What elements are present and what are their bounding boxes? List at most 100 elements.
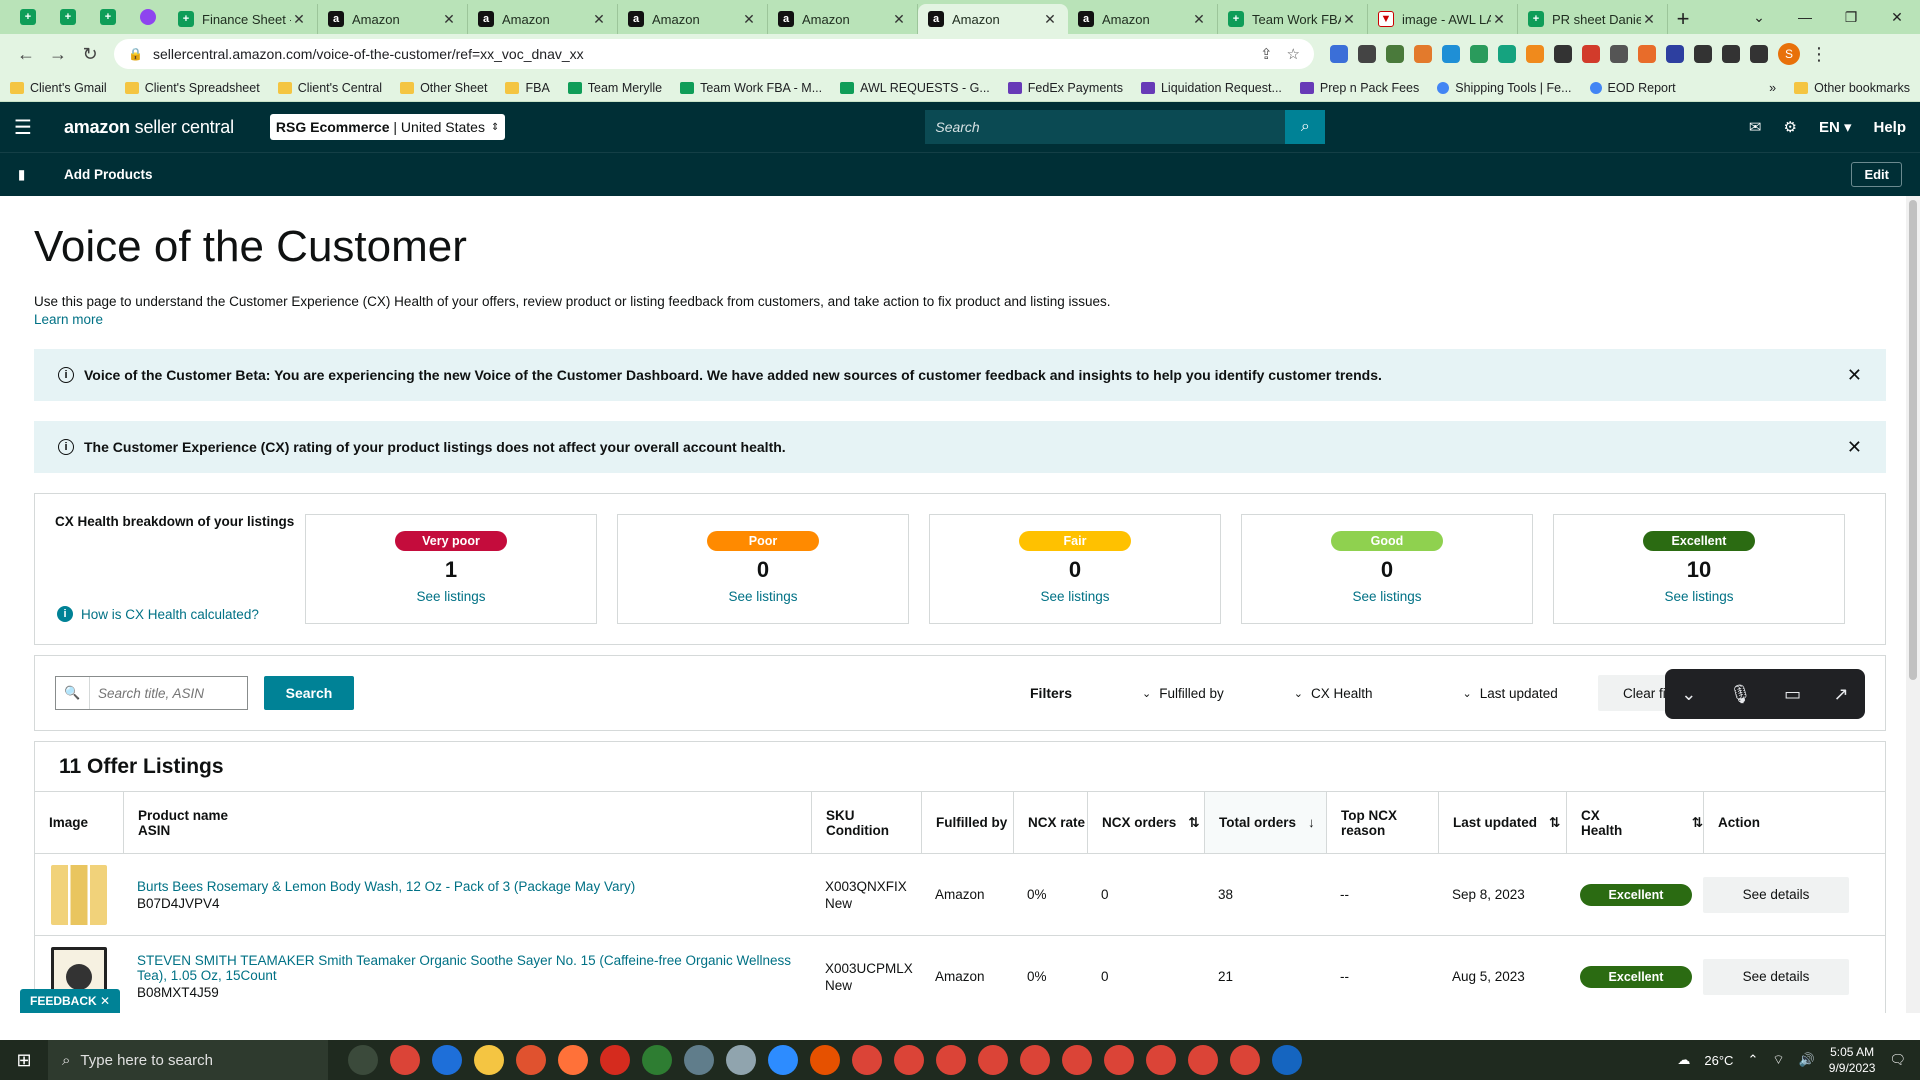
extension-icon[interactable] xyxy=(1330,45,1348,63)
cx-health-how-link[interactable]: i How is CX Health calculated? xyxy=(57,606,259,622)
share-screen-icon[interactable]: ↗ xyxy=(1834,684,1849,705)
browser-tab[interactable]: a Amazon ✕ xyxy=(768,4,918,34)
sidepanel-icon[interactable] xyxy=(1750,45,1768,63)
bookmark-item[interactable]: Client's Gmail xyxy=(10,81,107,95)
edit-button[interactable]: Edit xyxy=(1851,162,1902,187)
firefox-icon[interactable] xyxy=(558,1045,588,1075)
close-window-icon[interactable]: ✕ xyxy=(1874,0,1920,34)
hamburger-menu-icon[interactable]: ☰ xyxy=(14,115,44,140)
extension-icon[interactable] xyxy=(1358,45,1376,63)
bookmark-item[interactable]: Shipping Tools | Fe... xyxy=(1437,81,1572,95)
tray-chevron-icon[interactable]: ⌃ xyxy=(1747,1052,1758,1068)
close-icon[interactable]: ✕ xyxy=(891,11,907,28)
mail-app-icon[interactable] xyxy=(432,1045,462,1075)
maximize-icon[interactable]: ❐ xyxy=(1828,0,1874,34)
gear-icon[interactable]: ⚙ xyxy=(1783,118,1796,136)
extension-icon[interactable] xyxy=(1442,45,1460,63)
windows-start-icon[interactable]: ⊞ xyxy=(0,1050,48,1071)
download-icon[interactable] xyxy=(1722,45,1740,63)
close-icon[interactable]: ✕ xyxy=(591,11,607,28)
chrome-profile-icon[interactable] xyxy=(978,1045,1008,1075)
product-name-link[interactable]: Burts Bees Rosemary & Lemon Body Wash, 1… xyxy=(137,879,811,894)
new-tab-button[interactable]: + xyxy=(1668,4,1698,34)
zoom-icon[interactable] xyxy=(768,1045,798,1075)
pinned-tab[interactable]: + xyxy=(88,0,128,34)
page-scrollbar[interactable] xyxy=(1906,196,1920,1013)
minimize-icon[interactable]: — xyxy=(1782,0,1828,34)
see-details-button[interactable]: See details xyxy=(1703,876,1849,913)
extension-icon[interactable] xyxy=(1470,45,1488,63)
bookmark-item[interactable]: Team Merylle xyxy=(567,81,662,95)
camera-icon[interactable]: ▭ xyxy=(1784,684,1801,705)
extension-icon[interactable] xyxy=(1638,45,1656,63)
forward-icon[interactable]: → xyxy=(42,38,74,70)
close-icon[interactable]: ✕ xyxy=(1341,11,1357,28)
feedback-tab[interactable]: FEEDBACK ✕ xyxy=(20,989,121,1013)
bookmark-item[interactable]: Client's Spreadsheet xyxy=(124,81,260,95)
chrome-menu-icon[interactable]: ⋮ xyxy=(1810,44,1828,65)
learn-more-link[interactable]: Learn more xyxy=(34,312,103,327)
close-icon[interactable]: ✕ xyxy=(441,11,457,28)
bookmark-icon[interactable]: ▮ xyxy=(18,167,48,183)
chrome-profile-icon[interactable] xyxy=(936,1045,966,1075)
volume-icon[interactable]: 🔊 xyxy=(1799,1052,1815,1068)
chrome-profile-icon[interactable] xyxy=(1020,1045,1050,1075)
filter-cx-health[interactable]: ⌄ CX Health xyxy=(1294,686,1373,701)
wps-icon[interactable] xyxy=(600,1045,630,1075)
bookmark-item[interactable]: Client's Central xyxy=(277,81,382,95)
see-details-button[interactable]: See details xyxy=(1703,958,1849,995)
browser-tab[interactable]: a Amazon ✕ xyxy=(918,4,1068,34)
bookmark-item[interactable]: FBA xyxy=(505,81,550,95)
chrome-icon[interactable] xyxy=(390,1045,420,1075)
close-icon[interactable]: ✕ xyxy=(1042,11,1058,28)
filter-last-updated[interactable]: ⌄ Last updated xyxy=(1463,686,1558,701)
see-listings-link[interactable]: See listings xyxy=(1352,589,1421,604)
pinned-tab[interactable] xyxy=(128,0,168,34)
browser-tab[interactable]: a Amazon ✕ xyxy=(1068,4,1218,34)
share-icon[interactable]: ⇪ xyxy=(1260,45,1273,63)
search-button[interactable]: Search xyxy=(264,676,354,710)
extension-icon[interactable] xyxy=(1498,45,1516,63)
chrome-profile-icon[interactable] xyxy=(894,1045,924,1075)
close-icon[interactable]: ✕ xyxy=(1491,11,1507,28)
telegram-icon[interactable] xyxy=(810,1045,840,1075)
extension-icon[interactable] xyxy=(1414,45,1432,63)
extension-icon[interactable] xyxy=(1386,45,1404,63)
filter-fulfilled-by[interactable]: ⌄ Fulfilled by xyxy=(1142,686,1224,701)
col-cx-health[interactable]: CX Health ⇅ xyxy=(1566,792,1703,853)
chrome-profile-icon[interactable] xyxy=(1230,1045,1260,1075)
add-products-link[interactable]: Add Products xyxy=(64,167,153,182)
browser-tab[interactable]: a Amazon ✕ xyxy=(618,4,768,34)
task-view-icon[interactable] xyxy=(348,1045,378,1075)
more-bookmarks-chevron-icon[interactable]: » xyxy=(1769,81,1776,95)
bookmark-star-icon[interactable]: ☆ xyxy=(1287,45,1300,63)
see-listings-link[interactable]: See listings xyxy=(728,589,797,604)
extension-icon[interactable] xyxy=(1582,45,1600,63)
sort-icon[interactable]: ⇅ xyxy=(1549,815,1560,831)
profile-avatar[interactable]: S xyxy=(1778,43,1800,65)
notifications-icon[interactable]: 🗨 xyxy=(1889,1052,1906,1068)
product-image[interactable] xyxy=(51,864,107,925)
bookmark-item[interactable]: Prep n Pack Fees xyxy=(1299,81,1419,95)
app-icon[interactable] xyxy=(726,1045,756,1075)
browser-tab[interactable]: + PR sheet Danie ✕ xyxy=(1518,4,1668,34)
product-name-link[interactable]: STEVEN SMITH TEAMAKER Smith Teamaker Org… xyxy=(137,953,811,983)
seller-central-logo[interactable]: amazon seller central xyxy=(64,117,234,138)
sort-icon[interactable]: ⇅ xyxy=(1692,815,1703,831)
help-link[interactable]: Help xyxy=(1873,119,1906,136)
chevron-down-icon[interactable]: ⌄ xyxy=(1681,684,1696,705)
seller-search-input[interactable]: Search xyxy=(925,110,1286,144)
browser-tab[interactable]: + Finance Sheet - ✕ xyxy=(168,4,318,34)
other-bookmarks[interactable]: Other bookmarks xyxy=(1794,81,1910,95)
col-last-updated[interactable]: Last updated ⇅ xyxy=(1438,792,1566,853)
see-listings-link[interactable]: See listings xyxy=(1664,589,1733,604)
col-ncx-orders[interactable]: NCX orders ⇅ xyxy=(1087,792,1204,853)
back-icon[interactable]: ← xyxy=(10,38,42,70)
browser-tab[interactable]: a Amazon ✕ xyxy=(468,4,618,34)
scrollbar-thumb[interactable] xyxy=(1909,200,1917,680)
app-icon[interactable] xyxy=(1272,1045,1302,1075)
chrome-profile-icon[interactable] xyxy=(1188,1045,1218,1075)
weather-icon[interactable]: ☁ xyxy=(1677,1052,1690,1068)
url-field[interactable]: 🔒 sellercentral.amazon.com/voice-of-the-… xyxy=(114,39,1314,69)
sort-desc-icon[interactable]: ↓ xyxy=(1308,815,1315,830)
